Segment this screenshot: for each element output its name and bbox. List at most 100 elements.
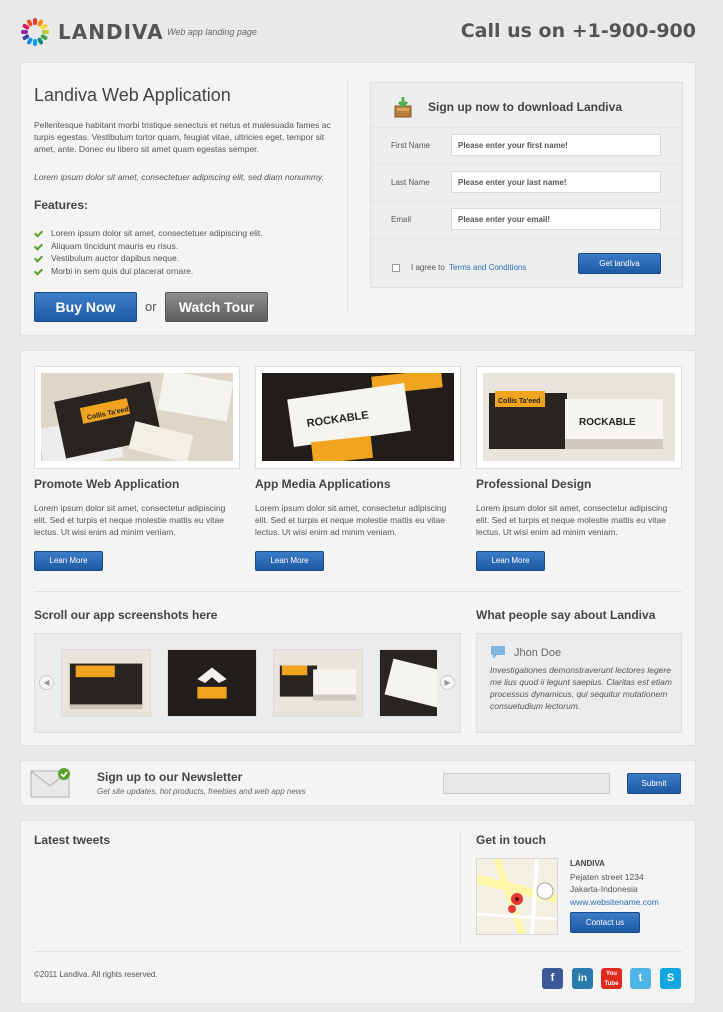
- section-divider: [34, 591, 682, 592]
- feature-item: Morbi in sem quis dui placerat ornare.: [35, 265, 263, 278]
- location-map[interactable]: [476, 858, 558, 935]
- skype-icon[interactable]: S: [660, 968, 681, 989]
- feature-text-promote: Lorem ipsum dolor sit amet, consectetur …: [34, 503, 226, 537]
- feature-title-promote: Promote Web Application: [34, 477, 180, 491]
- screenshots-heading: Scroll our app screenshots here: [34, 608, 218, 622]
- feature-text-media: Lorem ipsum dolor sit amet, consectetur …: [255, 503, 447, 537]
- features-list: Lorem ipsum dolor sit amet, consectetuer…: [35, 227, 263, 278]
- twitter-icon[interactable]: t: [630, 968, 651, 989]
- agree-text: I agree to: [411, 263, 445, 272]
- agree-checkbox[interactable]: [392, 264, 400, 272]
- feature-image-design: Collis Ta'eed ROCKABLE: [476, 366, 682, 469]
- get-landiva-button[interactable]: Get landiva: [578, 253, 661, 274]
- screenshot-thumb[interactable]: [167, 649, 257, 717]
- feature-image-media: ROCKABLE: [255, 366, 461, 469]
- feature-image-promote: Collis Ta'eed: [34, 366, 240, 469]
- check-icon: [35, 230, 44, 237]
- hero-panel: Landiva Web Application Pellentesque hab…: [20, 62, 696, 336]
- first-name-row: First Name Please enter your first name!: [371, 127, 682, 164]
- card-text: ROCKABLE: [579, 417, 636, 428]
- screenshot-thumb[interactable]: [379, 649, 437, 717]
- last-name-row: Last Name Please enter your last name!: [371, 164, 682, 201]
- linkedin-icon[interactable]: in: [572, 968, 593, 989]
- check-icon: [35, 243, 44, 250]
- testimonial-author: Jhon Doe: [514, 647, 562, 659]
- company-street: Pejaten street 1234: [570, 872, 644, 882]
- envelope-icon: [30, 768, 70, 798]
- testimonial-heading: What people say about Landiva: [476, 608, 656, 622]
- footer-panel: Latest tweets Get in touch LANDIVA Pejat…: [20, 820, 696, 1004]
- last-name-label: Last Name: [391, 178, 430, 187]
- company-name: LANDIVA: [570, 859, 605, 868]
- carousel-track: [61, 634, 437, 734]
- feature-item: Lorem ipsum dolor sit amet, consectetuer…: [35, 227, 263, 240]
- get-in-touch-heading: Get in touch: [476, 833, 546, 847]
- download-box-icon: [394, 97, 412, 118]
- screenshot-image: [62, 650, 150, 716]
- logo-icon[interactable]: [20, 17, 50, 47]
- screenshot-thumb[interactable]: [273, 649, 363, 717]
- map-image: [477, 859, 557, 934]
- testimonial-quote: Investigationes demonstraverunt lectores…: [490, 665, 672, 711]
- newsletter-submit-button[interactable]: Submit: [627, 773, 681, 794]
- contact-us-button[interactable]: Contact us: [570, 912, 640, 933]
- or-label: or: [145, 299, 157, 314]
- signup-heading: Sign up now to download Landiva: [428, 100, 622, 114]
- feature-item: Aliquam tincidunt mauris eu risus.: [35, 240, 263, 253]
- features-panel: Collis Ta'eed Promote Web Application Lo…: [20, 350, 696, 746]
- hero-divider: [347, 81, 348, 311]
- signup-form: Sign up now to download Landiva First Na…: [370, 82, 683, 288]
- footer-divider-horizontal: [34, 951, 682, 952]
- first-name-input[interactable]: Please enter your first name!: [451, 134, 661, 156]
- screenshot-image: [168, 650, 256, 716]
- feature-text-design: Lorem ipsum dolor sit amet, consectetur …: [476, 503, 668, 537]
- feature-title-media: App Media Applications: [255, 477, 391, 491]
- email-input[interactable]: Please enter your email!: [451, 208, 661, 230]
- carousel-prev-button[interactable]: ◀: [39, 675, 54, 690]
- features-heading: Features:: [34, 198, 89, 212]
- hero-intro: Pellentesque habitant morbi tristique se…: [34, 120, 331, 154]
- check-icon: [35, 268, 44, 275]
- card-text: Collis Ta'eed: [498, 398, 540, 405]
- copyright-text: ©2011 Landiva. All rights reserved.: [34, 970, 158, 979]
- website-link[interactable]: www.websitename.com: [570, 897, 659, 907]
- call-us-phone: Call us on +1-900-900: [460, 20, 696, 42]
- screenshot-image: [274, 650, 362, 716]
- email-row: Email Please enter your email!: [371, 201, 682, 238]
- testimonial-box: Jhon Doe Investigationes demonstraverunt…: [476, 633, 682, 733]
- screenshot-image: [380, 650, 437, 716]
- carousel-next-button[interactable]: ▶: [440, 675, 455, 690]
- business-cards-image: ROCKABLE: [262, 373, 454, 461]
- feature-title-design: Professional Design: [476, 477, 592, 491]
- screenshots-carousel: ◀ ▶: [34, 633, 461, 733]
- latest-tweets-heading: Latest tweets: [34, 833, 111, 847]
- speech-bubble-icon: [491, 646, 505, 659]
- learn-more-button-media[interactable]: Lean More: [255, 551, 324, 571]
- newsletter-heading: Sign up to our Newsletter: [97, 770, 243, 784]
- buy-now-button[interactable]: Buy Now: [34, 292, 137, 322]
- email-label: Email: [391, 215, 412, 224]
- newsletter-subtext: Get site updates, hot products, freebies…: [97, 787, 306, 796]
- watch-tour-button[interactable]: Watch Tour: [165, 292, 268, 322]
- page-title: Landiva Web Application: [34, 85, 231, 105]
- company-city: Jakarta-Indonesia: [570, 884, 638, 894]
- last-name-input[interactable]: Please enter your last name!: [451, 171, 661, 193]
- first-name-label: First Name: [391, 141, 431, 150]
- newsletter-email-input[interactable]: [443, 773, 610, 794]
- facebook-icon[interactable]: f: [542, 968, 563, 989]
- brand-tagline: Web app landing page: [167, 27, 257, 37]
- learn-more-button-promote[interactable]: Lean More: [34, 551, 103, 571]
- feature-item: Vestibulum auctor dapibus neque.: [35, 252, 263, 265]
- learn-more-button-design[interactable]: Lean More: [476, 551, 545, 571]
- hero-italic-line: Lorem ipsum dolor sit amet, consectetuer…: [34, 172, 324, 182]
- business-cards-image: Collis Ta'eed: [41, 373, 233, 461]
- business-cards-image: Collis Ta'eed ROCKABLE: [483, 373, 675, 461]
- site-header: LANDIVA Web app landing page Call us on …: [0, 0, 723, 62]
- footer-divider-vertical: [460, 833, 461, 943]
- youtube-icon[interactable]: You Tube: [601, 968, 622, 989]
- screenshot-thumb[interactable]: [61, 649, 151, 717]
- agree-row: I agree to Terms and Conditions Get land…: [371, 238, 682, 289]
- brand-name[interactable]: LANDIVA: [58, 20, 164, 44]
- terms-link[interactable]: Terms and Conditions: [449, 263, 526, 272]
- check-icon: [35, 255, 44, 262]
